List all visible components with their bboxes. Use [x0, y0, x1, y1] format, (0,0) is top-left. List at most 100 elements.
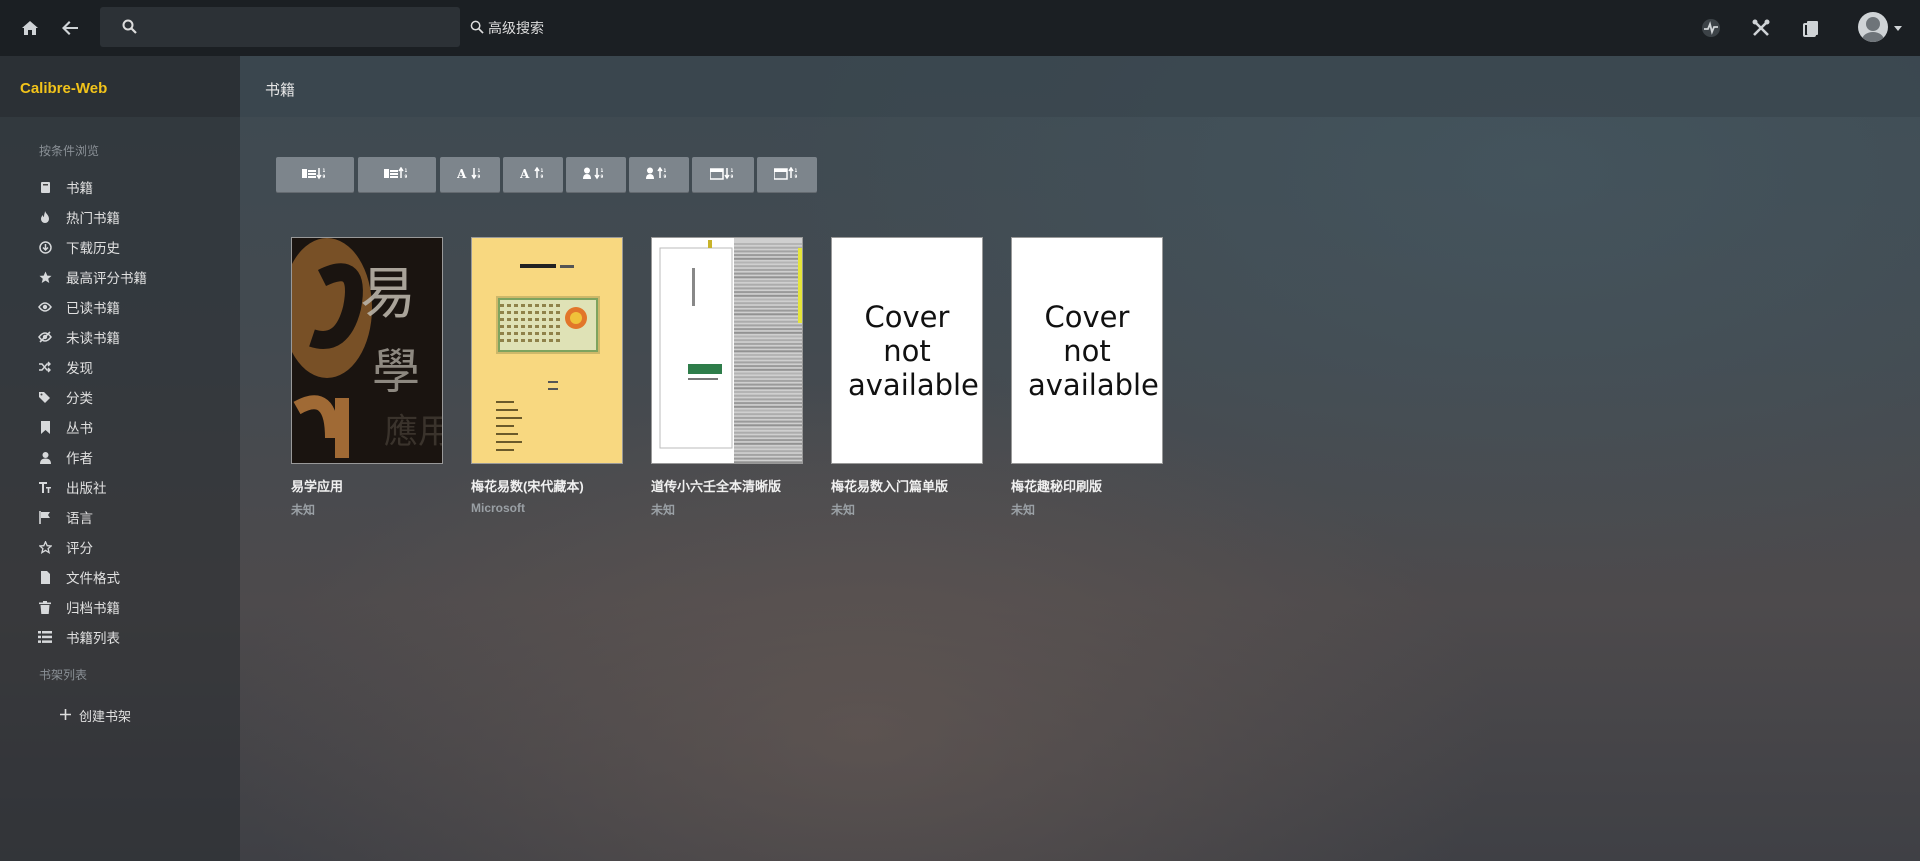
sort-title-desc-button[interactable]: A 19 — [503, 157, 563, 193]
trash-icon — [38, 600, 52, 614]
svg-text:1: 1 — [541, 168, 544, 173]
sort-pubdate-desc-button[interactable]: 19 — [757, 157, 817, 193]
home-icon[interactable] — [16, 14, 44, 42]
sidebar — [0, 56, 240, 861]
svg-text:1: 1 — [323, 168, 326, 173]
svg-text:9: 9 — [664, 174, 667, 179]
activity-icon[interactable] — [1697, 14, 1725, 42]
eye-icon — [38, 300, 52, 314]
book-title[interactable]: 易学应用 — [291, 476, 443, 495]
svg-text:9: 9 — [795, 174, 798, 179]
sidebar-item-label: 归档书籍 — [66, 601, 120, 616]
sidebar-item-label: 发现 — [66, 361, 93, 376]
top-navbar: 高级搜索 — [0, 0, 1920, 56]
author-desc-icon: 19 — [646, 166, 672, 183]
star-empty-icon — [38, 540, 52, 554]
app-brand[interactable]: Calibre-Web — [20, 80, 107, 97]
download-icon — [38, 240, 52, 254]
svg-text:9: 9 — [478, 174, 481, 179]
sidebar-item[interactable]: 归档书籍 — [38, 596, 120, 618]
book-cover[interactable]: Cover not available — [1011, 237, 1163, 464]
sidebar-item[interactable]: 已读书籍 — [38, 296, 120, 318]
sidebar-item[interactable]: 热门书籍 — [38, 206, 120, 228]
sidebar-item-label: 热门书籍 — [66, 211, 120, 226]
list-icon — [38, 630, 52, 644]
sidebar-item[interactable]: 书籍列表 — [38, 626, 120, 648]
search-box — [100, 7, 460, 47]
sort-author-asc-button[interactable]: 19 — [566, 157, 626, 193]
book-card: 梅花易数(宋代藏本) Microsoft — [471, 237, 623, 515]
book-title[interactable]: 梅花易数(宋代藏本) — [471, 476, 623, 495]
sidebar-item-label: 出版社 — [66, 481, 107, 496]
book-title[interactable]: 梅花易数入门篇单版 — [831, 476, 983, 495]
svg-text:1: 1 — [601, 168, 604, 173]
book-cover[interactable] — [471, 237, 623, 464]
book-icon — [38, 180, 52, 194]
book-title[interactable]: 道传小六壬全本清晰版 — [651, 476, 803, 495]
svg-text:9: 9 — [731, 174, 734, 179]
book-cover[interactable] — [651, 237, 803, 464]
svg-text:1: 1 — [478, 168, 481, 173]
sidebar-item[interactable]: 发现 — [38, 356, 93, 378]
text-size-icon — [38, 480, 52, 494]
sidebar-item[interactable]: 书籍 — [38, 176, 93, 198]
book-author[interactable]: 未知 — [291, 501, 443, 518]
book-author[interactable]: Microsoft — [471, 501, 623, 515]
avatar-icon — [1858, 12, 1888, 42]
create-shelf-label: 创建书架 — [79, 709, 132, 724]
sidebar-item-label: 书籍列表 — [66, 631, 120, 646]
chevron-down-icon — [1894, 26, 1902, 31]
svg-text:應用: 應用 — [384, 412, 443, 452]
advanced-search-label: 高级搜索 — [488, 20, 544, 36]
svg-text:易: 易 — [360, 262, 416, 327]
book-card: 道传小六壬全本清晰版 未知 — [651, 237, 803, 518]
cover-placeholder-text: Cover not available — [848, 299, 979, 402]
user-icon — [38, 450, 52, 464]
svg-text:A: A — [457, 167, 467, 180]
tags-icon — [38, 390, 52, 404]
book-title[interactable]: 梅花趣秘印刷版 — [1011, 476, 1163, 495]
sidebar-item[interactable]: 丛书 — [38, 416, 93, 438]
sidebar-item[interactable]: 未读书籍 — [38, 326, 120, 348]
book-cover[interactable]: Cover not available — [831, 237, 983, 464]
shuffle-icon — [38, 360, 52, 374]
book-author[interactable]: 未知 — [831, 501, 983, 518]
upload-books-icon[interactable] — [1797, 14, 1825, 42]
user-avatar[interactable] — [1858, 10, 1892, 44]
sidebar-item-label: 文件格式 — [66, 571, 120, 586]
sort-title-asc-button[interactable]: A 19 — [440, 157, 500, 193]
back-arrow-icon[interactable] — [56, 14, 84, 42]
book-author[interactable]: 未知 — [651, 501, 803, 518]
sort-author-desc-button[interactable]: 19 — [629, 157, 689, 193]
svg-text:9: 9 — [405, 174, 408, 179]
book-cover[interactable]: 易學應用 — [291, 237, 443, 464]
admin-tools-icon[interactable] — [1747, 14, 1775, 42]
sort-pubdate-asc-button[interactable]: 19 — [692, 157, 754, 193]
sidebar-item[interactable]: 评分 — [38, 536, 93, 558]
create-shelf-link[interactable]: 创建书架 — [60, 706, 131, 725]
search-icon — [122, 19, 137, 39]
sidebar-item-label: 语言 — [66, 511, 93, 526]
svg-text:1: 1 — [795, 168, 798, 173]
bookmark-icon — [38, 420, 52, 434]
search-input[interactable] — [148, 7, 448, 47]
sidebar-item-label: 作者 — [66, 451, 93, 466]
book-author[interactable]: 未知 — [1011, 501, 1163, 518]
sidebar-item[interactable]: 分类 — [38, 386, 93, 408]
book-date-asc-icon: 19 — [384, 166, 410, 183]
sidebar-item[interactable]: 作者 — [38, 446, 93, 468]
sidebar-item-label: 书籍 — [66, 181, 93, 196]
svg-text:學: 學 — [372, 344, 420, 400]
sort-oldest-button[interactable]: 19 — [358, 157, 436, 193]
svg-text:A: A — [520, 167, 530, 180]
sidebar-item[interactable]: 最高评分书籍 — [38, 266, 147, 288]
sidebar-item[interactable]: 语言 — [38, 506, 93, 528]
sidebar-item[interactable]: 下载历史 — [38, 236, 120, 258]
sort-newest-button[interactable]: 19 — [276, 157, 354, 193]
advanced-search-link[interactable]: 高级搜索 — [470, 18, 544, 38]
sidebar-item-label: 未读书籍 — [66, 331, 120, 346]
sidebar-item[interactable]: 文件格式 — [38, 566, 120, 588]
sidebar-item[interactable]: 出版社 — [38, 476, 107, 498]
flag-icon — [38, 510, 52, 524]
sidebar-item-label: 下载历史 — [66, 241, 120, 256]
